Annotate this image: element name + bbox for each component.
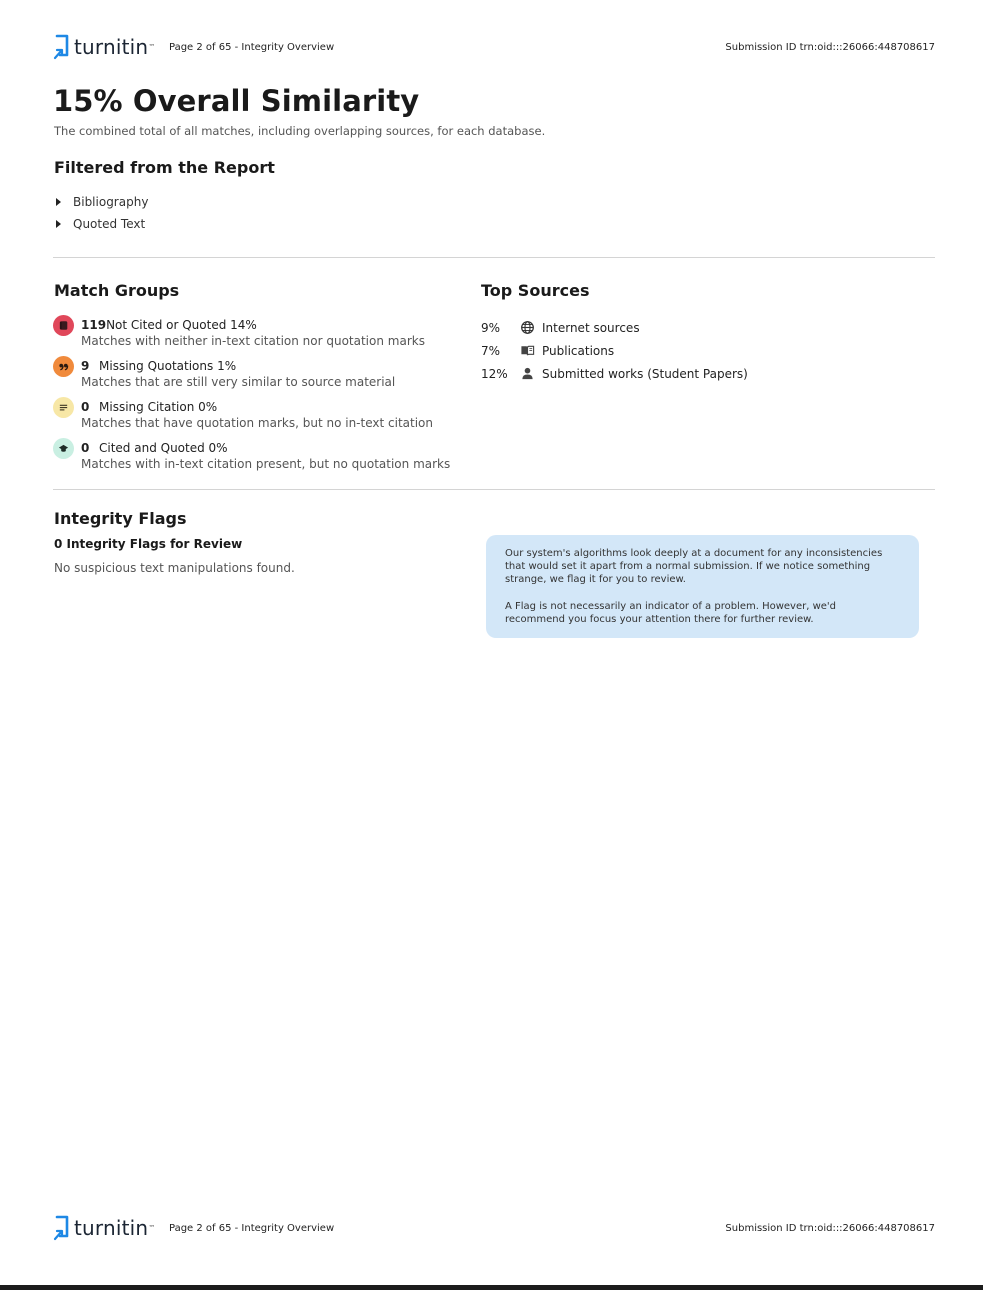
match-groups-list: 119Not Cited or Quoted 14% Matches with …	[53, 314, 463, 478]
match-count: 119	[81, 318, 107, 332]
match-count: 0	[81, 441, 90, 455]
source-submitted-works[interactable]: 12% Submitted works (Student Papers)	[481, 362, 748, 385]
match-description: Matches that are still very similar to s…	[81, 375, 396, 389]
book-icon	[520, 343, 542, 358]
submission-id: Submission ID trn:oid:::26066:448708617	[725, 1222, 935, 1234]
source-percent: 7%	[481, 343, 501, 358]
info-paragraph: A Flag is not necessarily an indicator o…	[505, 601, 837, 625]
page-footer: turnitin ™ Page 2 of 65 - Integrity Overv…	[53, 1213, 935, 1243]
filtered-list: Bibliography Quoted Text	[56, 191, 148, 235]
turnitin-logo: turnitin ™	[53, 1214, 169, 1242]
match-label: Missing Quotations 1%	[99, 359, 237, 373]
quotation-icon	[53, 356, 74, 377]
logo-text: turnitin	[74, 35, 149, 59]
text-lines-icon	[53, 397, 74, 418]
match-group-missing-quotations[interactable]: 9 Missing Quotations 1% Matches that are …	[53, 355, 463, 396]
match-count: 0	[81, 400, 90, 414]
match-label: Not Cited or Quoted 14%	[106, 318, 257, 332]
filter-item-label: Bibliography	[73, 195, 149, 209]
match-group-not-cited[interactable]: 119Not Cited or Quoted 14% Matches with …	[53, 314, 463, 355]
caret-right-icon	[56, 198, 61, 206]
globe-icon	[520, 320, 542, 335]
page-info: Page 2 of 65 - Integrity Overview	[169, 1222, 335, 1234]
source-label: Publications	[542, 343, 615, 358]
logo-trademark: ™	[148, 1224, 156, 1232]
integrity-flags-none-text: No suspicious text manipulations found.	[54, 561, 295, 575]
turnitin-logo-icon	[53, 1215, 69, 1241]
top-sources-list: 9% Internet sources 7% Publications 12% …	[481, 316, 748, 385]
graduation-cap-icon	[53, 438, 74, 459]
match-count: 9	[81, 359, 90, 373]
integrity-flags-count: 0 Integrity Flags for Review	[54, 537, 243, 551]
submission-id: Submission ID trn:oid:::26066:448708617	[725, 41, 935, 53]
source-percent: 12%	[481, 366, 508, 381]
integrity-flags-heading: Integrity Flags	[54, 509, 187, 528]
match-label: Cited and Quoted 0%	[99, 441, 228, 455]
match-description: Matches that have quotation marks, but n…	[81, 416, 433, 430]
source-publications[interactable]: 7% Publications	[481, 339, 748, 362]
turnitin-logo: turnitin ™	[53, 33, 169, 61]
page-header: turnitin ™ Page 2 of 65 - Integrity Overv…	[53, 32, 935, 62]
match-group-cited-and-quoted[interactable]: 0 Cited and Quoted 0% Matches with in-tex…	[53, 437, 463, 478]
integrity-info-box: Our system's algorithms look deeply at a…	[486, 535, 919, 638]
overall-similarity-title: 15% Overall Similarity	[53, 84, 420, 118]
top-sources-heading: Top Sources	[481, 281, 590, 300]
filter-item-label: Quoted Text	[73, 217, 146, 231]
divider	[53, 257, 935, 258]
logo-text: turnitin	[74, 1216, 149, 1240]
info-paragraph: Our system's algorithms look deeply at a…	[505, 548, 883, 585]
source-percent: 9%	[481, 320, 501, 335]
viewer-bottom-bar	[0, 1285, 983, 1290]
match-description: Matches with in-text citation present, b…	[81, 457, 451, 471]
match-groups-heading: Match Groups	[54, 281, 180, 300]
page-info: Page 2 of 65 - Integrity Overview	[169, 41, 335, 53]
source-label: Submitted works (Student Papers)	[542, 366, 748, 381]
not-cited-icon	[53, 315, 74, 336]
match-description: Matches with neither in-text citation no…	[81, 334, 425, 348]
logo-trademark: ™	[148, 43, 156, 51]
turnitin-logo-icon	[53, 34, 69, 60]
person-icon	[520, 366, 542, 381]
source-label: Internet sources	[542, 320, 640, 335]
source-internet[interactable]: 9% Internet sources	[481, 316, 748, 339]
filter-item-bibliography[interactable]: Bibliography	[56, 191, 148, 213]
filtered-heading: Filtered from the Report	[54, 158, 275, 177]
overall-similarity-subtitle: The combined total of all matches, inclu…	[54, 124, 546, 138]
filter-item-quoted-text[interactable]: Quoted Text	[56, 213, 148, 235]
caret-right-icon	[56, 220, 61, 228]
divider	[53, 489, 935, 490]
match-group-missing-citation[interactable]: 0 Missing Citation 0% Matches that have q…	[53, 396, 463, 437]
match-label: Missing Citation 0%	[99, 400, 218, 414]
